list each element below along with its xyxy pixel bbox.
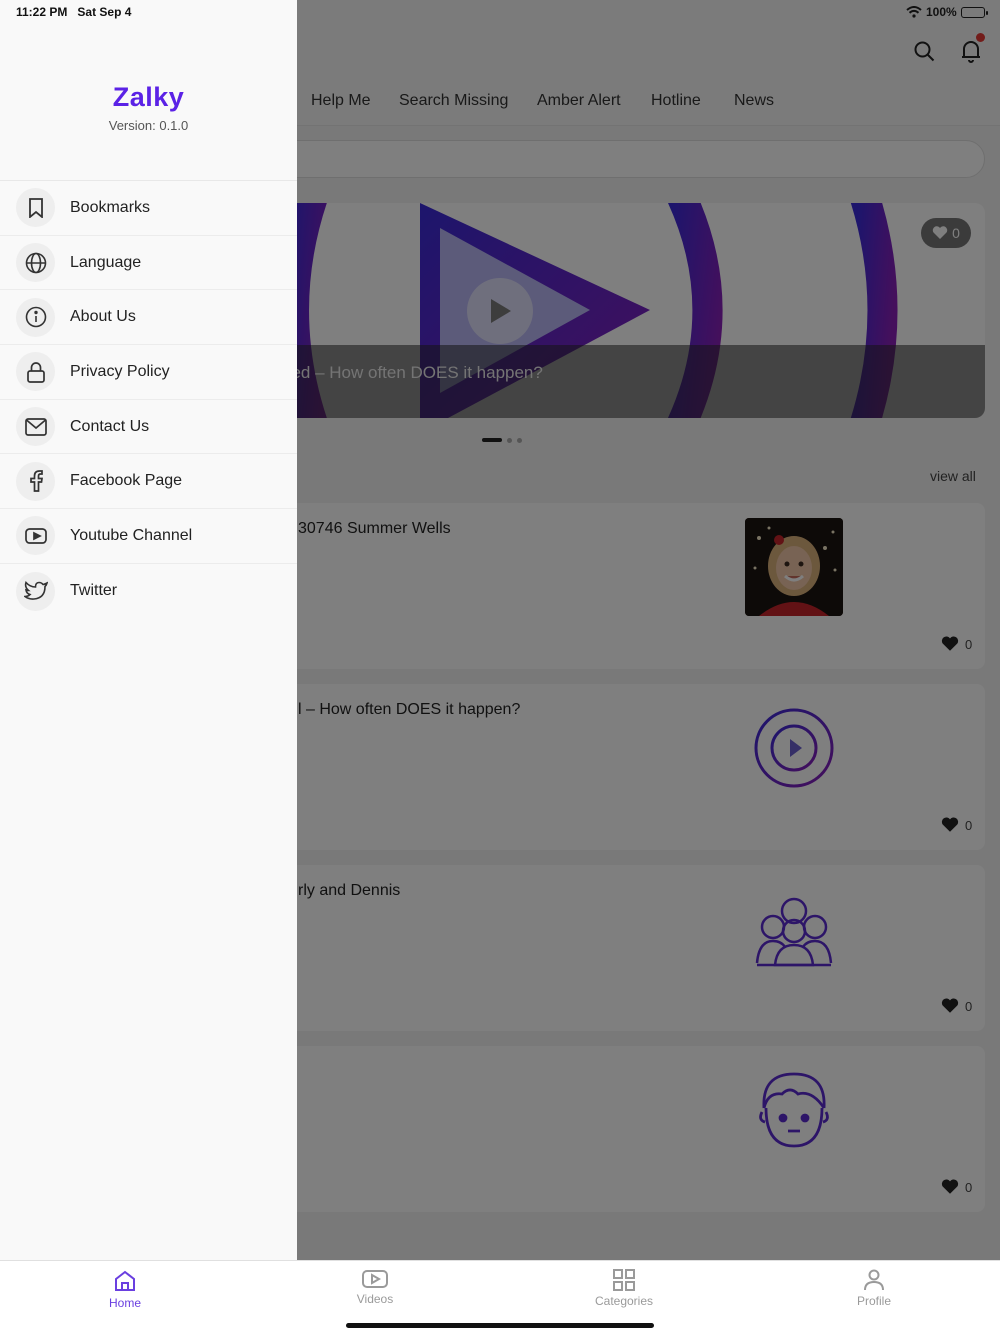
lock-icon [16, 352, 55, 392]
video-icon [362, 1270, 388, 1288]
menu-label: Privacy Policy [70, 362, 170, 380]
app-version: Version: 0.1.0 [108, 118, 189, 133]
menu-item-youtube-channel[interactable]: Youtube Channel [0, 509, 297, 564]
menu-label: Contact Us [70, 417, 150, 435]
menu-item-facebook-page[interactable]: Facebook Page [0, 454, 297, 510]
battery-icon [960, 6, 988, 18]
menu-label: About Us [70, 308, 136, 326]
nav-categories[interactable]: Categories [564, 1269, 684, 1308]
wifi-icon [906, 6, 922, 18]
nav-home[interactable]: Home [65, 1269, 185, 1310]
nav-label: Categories [594, 1294, 654, 1308]
menu-label: Language [70, 253, 142, 271]
status-bar-right: 100% [906, 4, 988, 20]
menu-item-language[interactable]: Language [0, 236, 297, 291]
twitter-icon [16, 571, 55, 611]
side-drawer: 11:22 PM Sat Sep 4 Zalky Version: 0.1.0 … [0, 0, 297, 1260]
menu-item-privacy-policy[interactable]: Privacy Policy [0, 345, 297, 400]
menu-label: Facebook Page [70, 472, 183, 490]
menu-label: Bookmarks [70, 198, 151, 216]
youtube-icon [16, 516, 55, 556]
menu-item-contact-us[interactable]: Contact Us [0, 400, 297, 455]
menu-item-bookmarks[interactable]: Bookmarks [0, 181, 297, 236]
menu-label: Twitter [70, 582, 118, 600]
nav-label: Videos [356, 1292, 394, 1306]
menu-item-twitter[interactable]: Twitter [0, 564, 297, 619]
app-logo: Zalky [112, 82, 185, 112]
drawer-menu: Bookmarks Language About Us Privacy Poli… [0, 180, 297, 619]
user-icon [864, 1269, 884, 1291]
globe-icon [16, 243, 55, 283]
status-time: 11:22 PM Sat Sep 4 [16, 5, 132, 19]
nav-profile[interactable]: Profile [814, 1269, 934, 1308]
battery-percent: 100% [926, 5, 957, 19]
nav-label: Home [108, 1296, 141, 1310]
mail-icon [16, 407, 55, 447]
menu-label: Youtube Channel [70, 526, 193, 544]
bookmark-icon [16, 188, 55, 228]
home-icon [115, 1270, 135, 1291]
bottom-navigation: Home Videos Categories Profile [0, 1260, 1000, 1334]
info-icon [16, 297, 55, 337]
menu-item-about-us[interactable]: About Us [0, 290, 297, 346]
facebook-icon [16, 461, 55, 501]
home-indicator[interactable] [346, 1323, 654, 1328]
grid-icon [613, 1269, 635, 1291]
nav-videos[interactable]: Videos [315, 1269, 435, 1306]
nav-label: Profile [856, 1294, 891, 1308]
